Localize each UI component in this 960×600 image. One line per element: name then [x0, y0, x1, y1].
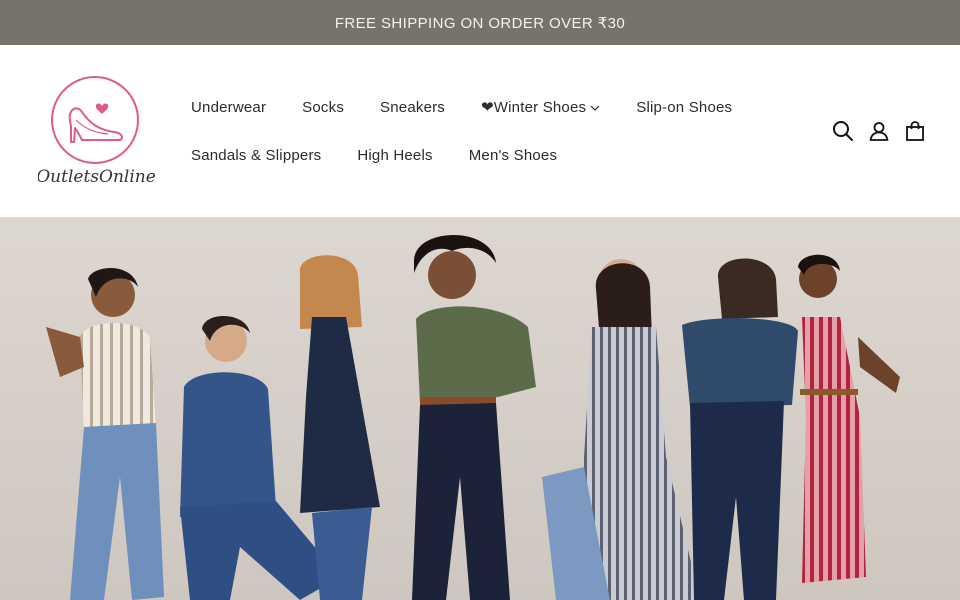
- announcement-bar: FREE SHIPPING ON ORDER OVER ₹30: [0, 0, 960, 45]
- search-icon[interactable]: [832, 120, 854, 142]
- nav-item-sandals-slippers[interactable]: Sandals & Slippers: [191, 147, 321, 164]
- nav-item-label: Sandals & Slippers: [191, 146, 322, 164]
- nav-item-label: Underwear: [191, 98, 267, 116]
- nav-item-underwear[interactable]: Underwear: [191, 99, 266, 116]
- logo-text: OutletsOnline: [38, 167, 156, 187]
- logo-image: OutletsOnline: [38, 76, 156, 187]
- nav-item-winter-shoes[interactable]: ❤Winter Shoes: [481, 98, 600, 116]
- nav-row-1: Underwear Socks Sneakers ❤Winter Shoes S…: [191, 97, 791, 117]
- nav-item-mens-shoes[interactable]: Men's Shoes: [469, 147, 557, 164]
- hero-banner-image: [0, 217, 960, 600]
- nav-item-slip-on-shoes[interactable]: Slip-on Shoes: [636, 99, 732, 116]
- nav-item-label: Men's Shoes: [468, 146, 558, 164]
- nav-item-high-heels[interactable]: High Heels: [357, 147, 432, 164]
- main-nav: Underwear Socks Sneakers ❤Winter Shoes S…: [191, 97, 791, 165]
- nav-item-label: Socks: [302, 98, 345, 116]
- nav-item-label: Slip-on Shoes: [636, 98, 733, 116]
- nav-item-label: High Heels: [357, 146, 433, 164]
- nav-item-sneakers[interactable]: Sneakers: [380, 99, 445, 116]
- hero-banner[interactable]: [0, 217, 960, 600]
- nav-item-label: Sneakers: [380, 98, 446, 116]
- header-icons: [818, 120, 926, 142]
- nav-item-label: ❤Winter Shoes: [481, 99, 587, 116]
- site-logo[interactable]: OutletsOnline: [38, 70, 156, 188]
- announcement-text: FREE SHIPPING ON ORDER OVER ₹30: [334, 14, 626, 32]
- chevron-down-icon: [590, 99, 600, 116]
- site-header: OutletsOnline Underwear Socks Sneakers ❤…: [0, 45, 960, 217]
- nav-row-2: Sandals & Slippers High Heels Men's Shoe…: [191, 145, 791, 165]
- nav-item-socks[interactable]: Socks: [302, 99, 344, 116]
- account-icon[interactable]: [868, 120, 890, 142]
- cart-icon[interactable]: [904, 120, 926, 142]
